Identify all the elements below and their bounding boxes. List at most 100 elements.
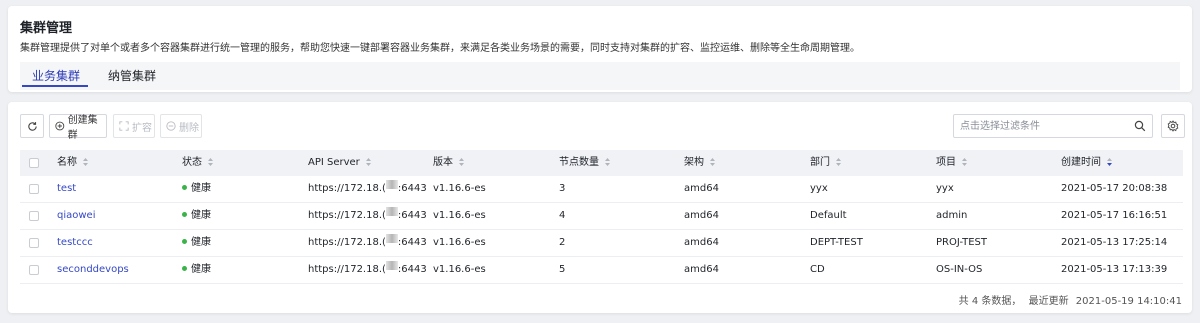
create-cluster-button[interactable]: 创建集群 [49, 114, 107, 141]
row-checkbox[interactable] [29, 184, 39, 194]
scale-out-label: 扩容 [132, 122, 152, 134]
column-header-name[interactable]: 名称 [57, 150, 88, 176]
node-count-cell: 2 [559, 237, 566, 248]
redaction-mask [385, 179, 398, 189]
column-header-status[interactable]: 状态 [182, 150, 213, 176]
delete-button[interactable]: 删除 [160, 114, 202, 138]
created-time-cell: 2021-05-17 20:08:38 [1061, 183, 1168, 194]
cluster-list-card: 创建集群 扩容 删除 名称 状态 API Server 版本 节点数量 架构 部… [8, 102, 1192, 313]
redaction-mask [385, 206, 398, 216]
page-header-card: 集群管理 集群管理提供了对单个或者多个容器集群进行统一管理的服务，帮助您快速一键… [8, 6, 1192, 92]
delete-label: 删除 [179, 122, 199, 134]
filter-input[interactable] [954, 115, 1124, 137]
redaction-mask [385, 260, 398, 270]
table-row[interactable]: testccc 健康 https://172.18.(:6443 v1.16.6… [20, 230, 1183, 257]
sort-desc-icon [1107, 158, 1112, 166]
cluster-name-link[interactable]: testccc [57, 230, 93, 256]
table-footer: 共 4 条数据， 最近更新 2021-05-19 14:10:41 [955, 292, 1182, 307]
row-checkbox[interactable] [29, 238, 39, 248]
plus-circle-icon [55, 121, 65, 131]
tab-label: 业务集群 [32, 69, 81, 83]
column-header-architecture[interactable]: 架构 [684, 150, 715, 176]
gear-icon [1167, 120, 1179, 132]
node-count-cell: 3 [559, 183, 566, 194]
refresh-icon [27, 121, 37, 131]
node-count-cell: 5 [559, 264, 566, 275]
sort-icon [83, 158, 88, 166]
architecture-cell: amd64 [684, 183, 719, 194]
status-dot-icon [182, 265, 187, 271]
sort-icon [605, 158, 610, 166]
created-time-cell: 2021-05-13 17:13:39 [1061, 264, 1168, 275]
sort-icon [836, 158, 841, 166]
row-checkbox[interactable] [29, 211, 39, 221]
cluster-name-link[interactable]: seconddevops [57, 257, 129, 283]
tab-bar: 业务集群 纳管集群 [20, 62, 1180, 90]
tab-business-clusters[interactable]: 业务集群 [22, 62, 88, 90]
status-cell: 健康 [182, 257, 211, 283]
table-row[interactable]: qiaowei 健康 https://172.18.(:6443 v1.16.6… [20, 203, 1183, 230]
sort-icon [208, 158, 213, 166]
api-server-cell: https://172.18.(:6443 [308, 203, 427, 229]
column-header-project[interactable]: 项目 [936, 150, 967, 176]
node-count-cell: 4 [559, 210, 566, 221]
department-cell: yyx [810, 183, 828, 194]
select-all-checkbox[interactable] [29, 158, 39, 168]
project-cell: PROJ-TEST [936, 237, 988, 248]
expand-icon [119, 121, 129, 131]
architecture-cell: amd64 [684, 237, 719, 248]
sort-icon [459, 158, 464, 166]
column-header-department[interactable]: 部门 [810, 150, 841, 176]
version-cell: v1.16.6-es [433, 210, 486, 221]
status-dot-icon [182, 238, 187, 244]
page-description: 集群管理提供了对单个或者多个容器集群进行统一管理的服务，帮助您快速一键部署容器业… [20, 43, 860, 54]
minus-circle-icon [166, 121, 176, 131]
redaction-mask [385, 233, 398, 243]
cluster-name-link[interactable]: qiaowei [57, 203, 95, 229]
sort-icon [710, 158, 715, 166]
department-cell: DEPT-TEST [810, 237, 863, 248]
sort-icon [365, 158, 371, 166]
last-update-label: 最近更新 [1028, 296, 1069, 307]
column-header-node-count[interactable]: 节点数量 [559, 150, 610, 176]
page-title: 集群管理 [20, 21, 73, 36]
sort-icon [962, 158, 967, 166]
architecture-cell: amd64 [684, 210, 719, 221]
refresh-button[interactable] [20, 114, 44, 138]
project-cell: admin [936, 210, 968, 221]
table-row[interactable]: seconddevops 健康 https://172.18.(:6443 v1… [20, 257, 1183, 284]
version-cell: v1.16.6-es [433, 237, 486, 248]
version-cell: v1.16.6-es [433, 264, 486, 275]
status-cell: 健康 [182, 203, 211, 229]
column-header-created-time[interactable]: 创建时间 [1061, 150, 1112, 176]
department-cell: Default [810, 210, 847, 221]
column-header-api-server[interactable]: API Server [308, 150, 371, 176]
tab-label: 纳管集群 [108, 69, 157, 83]
settings-button[interactable] [1161, 114, 1185, 138]
active-tab-underline [22, 85, 88, 87]
project-cell: yyx [936, 183, 954, 194]
table-row[interactable]: test 健康 https://172.18.(:6443 v1.16.6-es… [20, 176, 1183, 203]
column-header-version[interactable]: 版本 [433, 150, 464, 176]
search-icon[interactable] [1134, 120, 1146, 132]
api-server-cell: https://172.18.(:6443 [308, 230, 427, 256]
cluster-name-link[interactable]: test [57, 176, 76, 202]
department-cell: CD [810, 264, 825, 275]
create-cluster-label: 创建集群 [67, 115, 98, 141]
status-dot-icon [182, 184, 187, 190]
api-server-cell: https://172.18.(:6443 [308, 257, 427, 283]
architecture-cell: amd64 [684, 264, 719, 275]
scale-out-button[interactable]: 扩容 [113, 114, 155, 138]
status-cell: 健康 [182, 176, 211, 202]
record-count: 共 4 条数据， [958, 296, 1022, 307]
status-cell: 健康 [182, 230, 211, 256]
created-time-cell: 2021-05-17 16:16:51 [1061, 210, 1168, 221]
tab-managed-clusters[interactable]: 纳管集群 [108, 62, 156, 90]
filter-box [953, 114, 1153, 138]
table-header: 名称 状态 API Server 版本 节点数量 架构 部门 项目 创建时间 [20, 150, 1183, 176]
version-cell: v1.16.6-es [433, 183, 486, 194]
created-time-cell: 2021-05-13 17:25:14 [1061, 237, 1168, 248]
last-update-time: 2021-05-19 14:10:41 [1075, 296, 1182, 307]
api-server-cell: https://172.18.(:6443 [308, 176, 427, 202]
row-checkbox[interactable] [29, 265, 39, 275]
